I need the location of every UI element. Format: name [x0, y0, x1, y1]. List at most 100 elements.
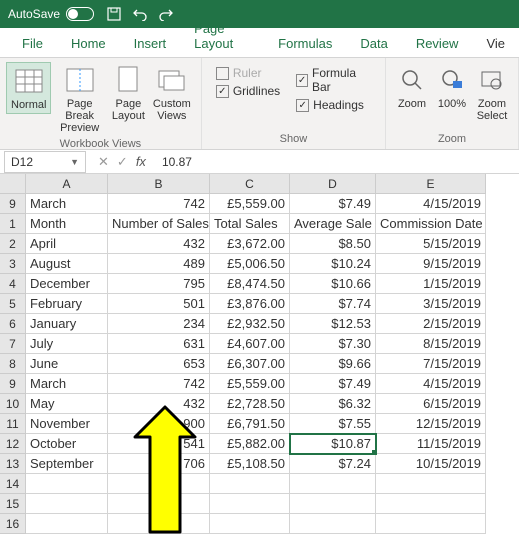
worksheet[interactable]: A B C D E 9March742£5,559.00$7.494/15/20… [0, 174, 519, 534]
formula-bar-checkbox[interactable]: ✓Formula Bar [296, 66, 371, 94]
cell[interactable]: 6/15/2019 [376, 394, 486, 414]
cell[interactable]: April [26, 234, 108, 254]
page-break-preview-button[interactable]: Page Break Preview [51, 62, 107, 136]
cell[interactable]: 742 [108, 374, 210, 394]
cell[interactable]: $7.49 [290, 374, 376, 394]
cell[interactable] [290, 474, 376, 494]
select-all-corner[interactable] [0, 174, 26, 194]
cell[interactable]: May [26, 394, 108, 414]
cell[interactable]: £3,672.00 [210, 234, 290, 254]
custom-views-button[interactable]: Custom Views [149, 62, 195, 124]
cell[interactable]: 900 [108, 414, 210, 434]
cell[interactable]: £4,607.00 [210, 334, 290, 354]
cell[interactable]: $10.66 [290, 274, 376, 294]
cell[interactable]: Total Sales [210, 214, 290, 234]
cell[interactable]: 631 [108, 334, 210, 354]
cell[interactable] [290, 494, 376, 514]
cell[interactable]: $12.53 [290, 314, 376, 334]
tab-insert[interactable]: Insert [120, 30, 181, 57]
zoom-100-button[interactable]: 100% [432, 62, 472, 112]
save-icon[interactable] [106, 6, 122, 22]
cell[interactable]: £5,559.00 [210, 194, 290, 214]
cell[interactable]: 11/15/2019 [376, 434, 486, 454]
name-box[interactable]: D12 ▼ [4, 151, 86, 173]
row-header[interactable]: 1 [0, 214, 26, 234]
cell[interactable]: March [26, 194, 108, 214]
enter-icon[interactable]: ✓ [117, 154, 128, 170]
col-header[interactable]: C [210, 174, 290, 194]
cell[interactable]: Commission Date [376, 214, 486, 234]
cell[interactable]: $7.49 [290, 194, 376, 214]
cell[interactable]: 234 [108, 314, 210, 334]
row-header[interactable]: 5 [0, 294, 26, 314]
row-header[interactable]: 3 [0, 254, 26, 274]
cell[interactable]: 4/15/2019 [376, 194, 486, 214]
cell[interactable]: £5,108.50 [210, 454, 290, 474]
redo-icon[interactable] [158, 6, 174, 22]
tab-file[interactable]: File [8, 30, 57, 57]
cell[interactable] [376, 494, 486, 514]
cell[interactable]: 541 [108, 434, 210, 454]
cell[interactable]: $9.66 [290, 354, 376, 374]
cell[interactable]: Average Sale [290, 214, 376, 234]
cell[interactable]: £5,882.00 [210, 434, 290, 454]
cell[interactable]: 1/15/2019 [376, 274, 486, 294]
cell[interactable]: 8/15/2019 [376, 334, 486, 354]
headings-checkbox[interactable]: ✓Headings [296, 98, 371, 112]
cell[interactable]: £8,474.50 [210, 274, 290, 294]
col-header[interactable]: B [108, 174, 210, 194]
row-header[interactable]: 2 [0, 234, 26, 254]
zoom-button[interactable]: Zoom [392, 62, 432, 112]
cell[interactable]: August [26, 254, 108, 274]
cell[interactable]: September [26, 454, 108, 474]
cell[interactable]: $10.87 [290, 434, 376, 454]
cell[interactable]: 501 [108, 294, 210, 314]
cell[interactable]: 9/15/2019 [376, 254, 486, 274]
cell[interactable]: June [26, 354, 108, 374]
row-header[interactable]: 14 [0, 474, 26, 494]
cell[interactable]: 795 [108, 274, 210, 294]
cell[interactable] [108, 514, 210, 534]
cell[interactable]: £5,006.50 [210, 254, 290, 274]
row-header[interactable]: 15 [0, 494, 26, 514]
cell[interactable] [210, 514, 290, 534]
cell[interactable]: £5,559.00 [210, 374, 290, 394]
cell[interactable] [26, 474, 108, 494]
row-header[interactable]: 10 [0, 394, 26, 414]
cell[interactable]: £3,876.00 [210, 294, 290, 314]
cell[interactable] [210, 474, 290, 494]
cell[interactable]: July [26, 334, 108, 354]
row-header[interactable]: 16 [0, 514, 26, 534]
cell[interactable]: Number of Sales [108, 214, 210, 234]
cell[interactable] [210, 494, 290, 514]
cell[interactable]: £2,932.50 [210, 314, 290, 334]
cell[interactable]: $6.32 [290, 394, 376, 414]
cell[interactable]: 432 [108, 394, 210, 414]
cell[interactable]: 2/15/2019 [376, 314, 486, 334]
row-header[interactable]: 9 [0, 194, 26, 214]
cell[interactable]: March [26, 374, 108, 394]
tab-view[interactable]: Vie [472, 30, 519, 57]
tab-home[interactable]: Home [57, 30, 120, 57]
cell[interactable] [376, 514, 486, 534]
cell[interactable]: 10/15/2019 [376, 454, 486, 474]
col-header[interactable]: A [26, 174, 108, 194]
row-header[interactable]: 13 [0, 454, 26, 474]
cell[interactable]: 432 [108, 234, 210, 254]
cell[interactable]: 653 [108, 354, 210, 374]
cell[interactable]: $10.24 [290, 254, 376, 274]
cell[interactable]: February [26, 294, 108, 314]
cell[interactable]: 5/15/2019 [376, 234, 486, 254]
cell[interactable] [108, 494, 210, 514]
col-header[interactable]: D [290, 174, 376, 194]
cell[interactable]: $7.74 [290, 294, 376, 314]
cell[interactable] [26, 494, 108, 514]
cell[interactable]: Month [26, 214, 108, 234]
gridlines-checkbox[interactable]: ✓Gridlines [216, 84, 280, 98]
cell[interactable]: $7.30 [290, 334, 376, 354]
cancel-icon[interactable]: ✕ [98, 154, 109, 170]
formula-input[interactable]: 10.87 [154, 155, 519, 169]
cell[interactable]: $7.55 [290, 414, 376, 434]
cell[interactable]: 7/15/2019 [376, 354, 486, 374]
tab-review[interactable]: Review [402, 30, 473, 57]
